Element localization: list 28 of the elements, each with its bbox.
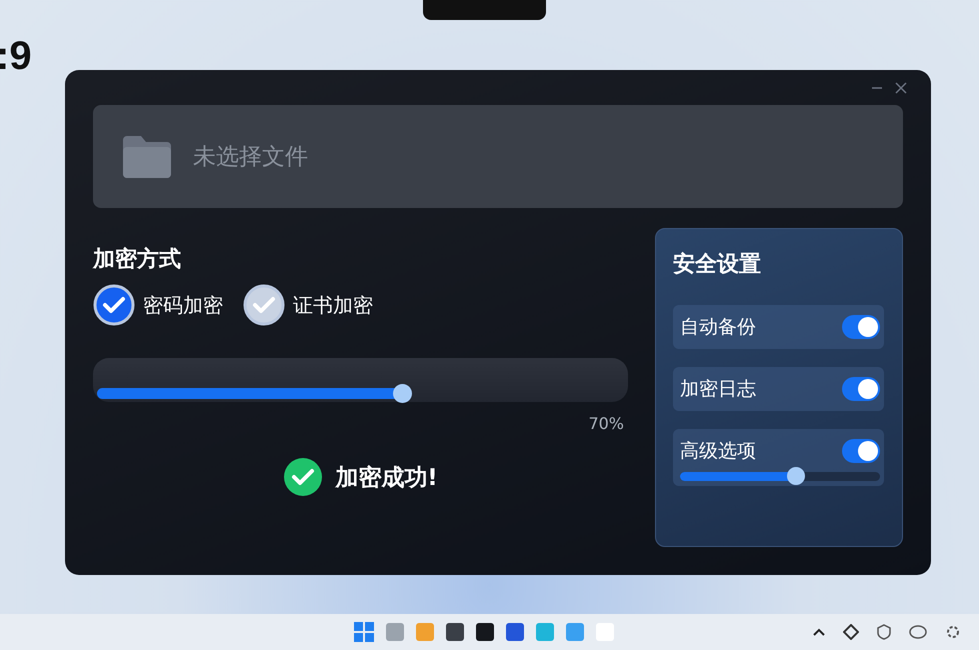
file-label: 未选择文件 [193, 143, 308, 172]
chevron-up-icon[interactable] [813, 627, 825, 637]
shield-icon[interactable] [877, 624, 891, 640]
file-picker[interactable]: 未选择文件 [93, 105, 903, 208]
section-title: 加密方式 [93, 246, 182, 274]
toggle-switch[interactable] [842, 439, 880, 463]
slider-thumb[interactable] [787, 467, 805, 485]
status-message: 加密成功! [335, 464, 438, 492]
setting-label: 自动备份 [680, 315, 756, 340]
toggle-switch[interactable] [842, 377, 880, 401]
radio-button[interactable] [93, 284, 135, 326]
close-button[interactable] [895, 82, 907, 94]
option-label: 证书加密 [293, 292, 373, 318]
clock-text: :9 [0, 34, 32, 79]
option-label: 密码加密 [143, 292, 223, 318]
success-icon [283, 457, 324, 497]
panel-title: 安全设置 [673, 250, 762, 279]
radio-button[interactable] [243, 284, 285, 326]
toggle-switch[interactable] [842, 315, 880, 339]
setting-label: 加密日志 [680, 377, 756, 402]
progress-thumb[interactable] [392, 384, 412, 403]
app-icon[interactable] [476, 623, 494, 641]
app-icon[interactable] [506, 623, 524, 641]
folder-icon [121, 134, 173, 180]
app-icon[interactable] [446, 623, 464, 641]
start-icon[interactable] [354, 622, 374, 642]
progress-reading: 70% [587, 414, 625, 433]
setting-label: 高级选项 [680, 439, 756, 464]
